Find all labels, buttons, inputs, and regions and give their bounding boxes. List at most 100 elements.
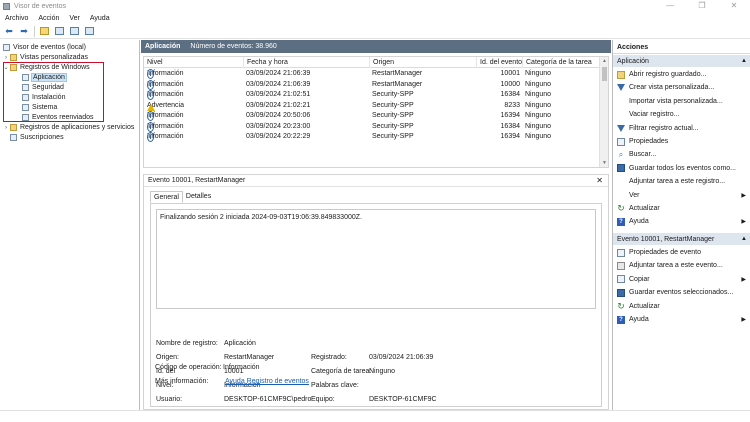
scroll-thumb[interactable] (602, 67, 607, 81)
action-adjuntar-tarea-a-este-registro[interactable]: Adjuntar tarea a este registro... (617, 176, 749, 187)
action-guardar-todos-los-eventos-como[interactable]: Guardar todos los eventos como... (617, 163, 749, 174)
table-row[interactable]: i Información 03/09/2024 21:02:51 Security-… (144, 90, 608, 100)
action-actualizar[interactable]: ↻ Actualizar (617, 203, 749, 214)
tab-detalles[interactable]: Detalles (183, 191, 214, 203)
menu-accion[interactable]: Acción (38, 15, 59, 22)
cell-cat: Ninguno (525, 133, 552, 140)
find-icon: ⌕ (618, 149, 624, 159)
action-importar-vista-personalizada[interactable]: Importar vista personalizada... (617, 96, 749, 107)
scroll-down-icon[interactable]: ▼ (600, 159, 608, 167)
table-scrollbar[interactable]: ▲ ▼ (599, 57, 608, 167)
save-icon (617, 164, 625, 173)
window-controls: — ❐ ✕ (654, 0, 750, 12)
information-icon: i (147, 79, 154, 90)
table-row[interactable]: Advertencia 03/09/2024 21:02:21 Security-S… (144, 101, 608, 111)
collapse-caret-icon[interactable]: ▲ (741, 236, 747, 242)
table-row[interactable]: i Información 03/09/2024 20:23:00 Security-… (144, 121, 608, 132)
warning-icon (147, 101, 155, 111)
description-box[interactable]: Finalizando sesión 2 iniciada 2024-09-03… (156, 209, 596, 309)
action-buscar[interactable]: ⌕ Buscar... (617, 149, 749, 160)
table-header: Nivel Fecha y hora Origen Id. del evento… (144, 57, 608, 68)
logged-value: 03/09/2024 21:06:39 (369, 354, 434, 361)
opcode-label: Código de operación: (155, 364, 222, 371)
log-name-label: Nombre de registro: (156, 340, 218, 347)
folder-up-icon[interactable] (38, 25, 50, 37)
keywords-label: Palabras clave: (311, 382, 359, 389)
detail-tabs: General Detalles (150, 191, 214, 203)
table-row[interactable]: i Información 03/09/2024 21:06:39 RestartMa… (144, 69, 608, 79)
table-row[interactable]: i Información 03/09/2024 21:06:39 RestartMa… (144, 79, 608, 90)
action-label: Crear vista personalizada... (629, 84, 715, 92)
action-ver[interactable]: Ver ▶ (617, 190, 749, 201)
cell-id: 16394 (500, 112, 520, 119)
computer-label: Equipo: (311, 396, 335, 403)
action-label: Ayuda (629, 316, 649, 323)
properties-icon (617, 137, 625, 146)
action-abrir-registro-guardado[interactable]: Abrir registro guardado... (617, 69, 749, 80)
show-hide-tree-icon[interactable] (53, 25, 65, 37)
actions-section-event[interactable]: Evento 10001, RestartManager ▲ (613, 233, 750, 245)
collapse-caret-icon[interactable]: ▲ (741, 58, 747, 64)
submenu-arrow-icon: ▶ (741, 219, 746, 226)
action-vaciar-registro[interactable]: Vaciar registro... (617, 109, 749, 120)
col-categoria[interactable]: Categoría de la tarea (522, 57, 592, 68)
blank-icon (617, 97, 625, 105)
help-icon: ? (617, 217, 625, 226)
cell-level: i Información (147, 79, 184, 90)
log-name-value: Aplicación (224, 340, 256, 347)
action-label: Ayuda (629, 218, 649, 226)
table-row[interactable]: i Información 03/09/2024 20:50:06 Security-… (144, 111, 608, 121)
scroll-up-icon[interactable]: ▲ (600, 57, 608, 65)
computer-value: DESKTOP-61CMF9C (369, 396, 437, 403)
actions-section-log[interactable]: Aplicación ▲ (613, 55, 750, 67)
menu-ayuda[interactable]: Ayuda (90, 15, 110, 22)
help-icon[interactable] (68, 25, 80, 37)
tree-app-services[interactable]: › Registros de aplicaciones y servicios (3, 123, 134, 132)
user-value: DESKTOP-61CMF9C\pedro (224, 396, 312, 403)
action-label: Buscar... (629, 151, 657, 159)
task-category-value: Ninguno (369, 368, 396, 375)
cell-source: Security-SPP (372, 91, 414, 98)
expand-arrow-icon[interactable]: › (3, 125, 9, 131)
tree-subscriptions[interactable]: Suscripciones (10, 133, 64, 142)
action-adjuntar-tarea-a-este-evento[interactable]: Adjuntar tarea a este evento... (617, 260, 749, 271)
minimize-button[interactable]: — (654, 0, 686, 12)
cell-date: 03/09/2024 21:06:39 (246, 80, 311, 88)
col-nivel[interactable]: Nivel (144, 57, 163, 68)
col-origen[interactable]: Origen (369, 57, 394, 68)
tree-root[interactable]: Visor de eventos (local) (3, 43, 86, 52)
action-propiedades-de-evento[interactable]: Propiedades de evento (617, 247, 749, 258)
close-detail-icon[interactable]: ✕ (596, 176, 603, 185)
open-folder-icon (617, 70, 625, 79)
action-copiar[interactable]: Copiar ▶ (617, 274, 749, 285)
action-ayuda[interactable]: ? Ayuda ▶ (617, 314, 749, 325)
information-icon: i (147, 132, 154, 142)
show-hide-actions-icon[interactable] (83, 25, 95, 37)
action-ayuda[interactable]: ? Ayuda ▶ (617, 216, 749, 227)
action-label: Actualizar (629, 205, 660, 212)
action-propiedades[interactable]: Propiedades (617, 136, 749, 147)
cell-date: 03/09/2024 20:22:29 (246, 133, 311, 140)
expand-arrow-icon[interactable]: › (3, 55, 9, 61)
tab-general[interactable]: General (150, 191, 183, 203)
forward-arrow-icon[interactable]: ➡ (18, 25, 30, 37)
back-arrow-icon[interactable]: ⬅ (3, 25, 15, 37)
window-title: Visor de eventos (14, 2, 67, 10)
tree-custom-views[interactable]: › Vistas personalizadas (3, 53, 88, 62)
col-id[interactable]: Id. del evento (476, 57, 522, 68)
action-label: Adjuntar tarea a este registro... (629, 178, 726, 186)
close-button[interactable]: ✕ (718, 0, 750, 12)
maximize-button[interactable]: ❐ (686, 0, 718, 12)
action-filtrar-registro-actual[interactable]: Filtrar registro actual... (617, 123, 749, 134)
menu-ver[interactable]: Ver (69, 15, 80, 22)
action-guardar-eventos-seleccionados[interactable]: Guardar eventos seleccionados... (617, 287, 749, 298)
menu-archivo[interactable]: Archivo (5, 15, 28, 22)
information-icon: i (147, 90, 154, 100)
action-actualizar[interactable]: ↻ Actualizar (617, 301, 749, 312)
opcode-value: Información (223, 364, 260, 371)
action-crear-vista-personalizada[interactable]: Crear vista personalizada... (617, 82, 749, 93)
table-row[interactable]: i Información 03/09/2024 20:22:29 Security-… (144, 132, 608, 142)
col-fecha[interactable]: Fecha y hora (243, 57, 288, 68)
cell-id: 16384 (500, 122, 520, 130)
more-info-link[interactable]: Ayuda Registro de eventos (225, 378, 309, 385)
